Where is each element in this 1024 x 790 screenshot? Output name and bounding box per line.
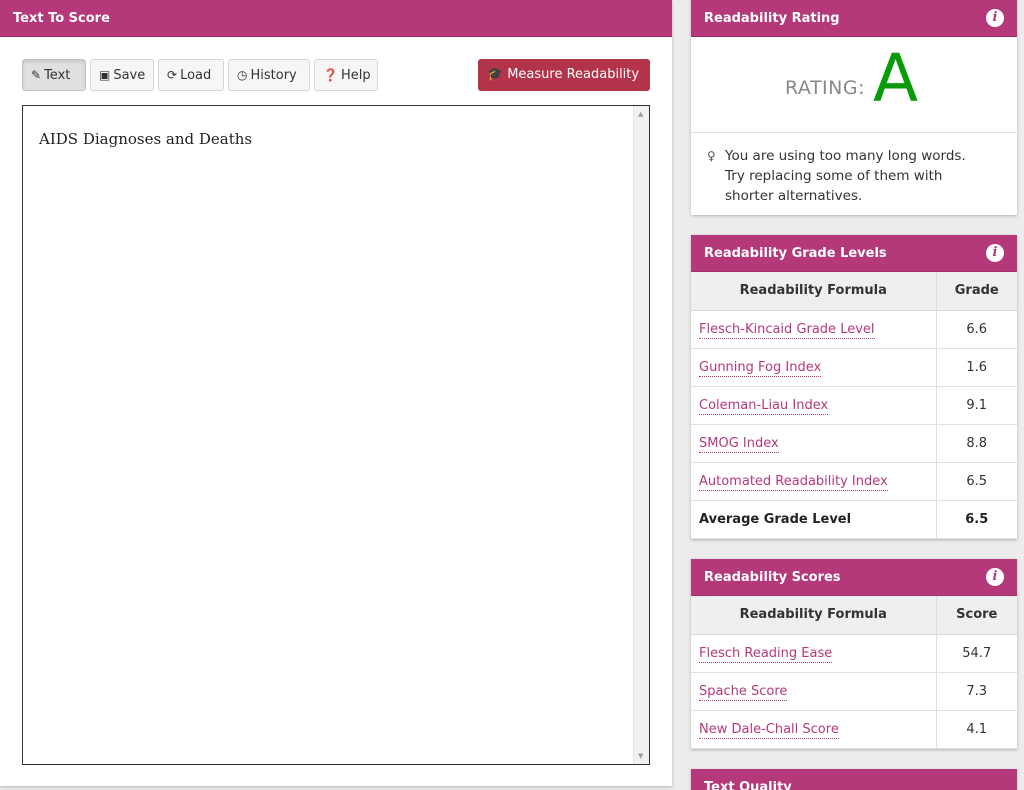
info-icon[interactable]: i: [986, 9, 1004, 27]
grade-value: 8.8: [935, 424, 1017, 463]
column-header-score: Score: [935, 596, 1017, 635]
panel-header: Readability Rating i: [691, 0, 1017, 37]
grade-value: 6.5: [935, 462, 1017, 501]
panel-header: Readability Grade Levels i: [691, 235, 1017, 272]
table-row: Flesch Reading Ease 54.7: [691, 634, 1017, 673]
formula-link[interactable]: Flesch-Kincaid Grade Level: [699, 321, 875, 339]
refresh-icon: ⟳: [167, 68, 178, 82]
column-header-grade: Grade: [935, 272, 1017, 311]
table-row: Automated Readability Index 6.5: [691, 462, 1017, 501]
question-circle-icon: ❓: [323, 68, 338, 82]
formula-link[interactable]: Automated Readability Index: [699, 473, 888, 491]
toolbar: ✎ Text ▣ Save ⟳ Load ◷ History ❓ Help 🎓 Measur…: [22, 59, 650, 91]
info-icon[interactable]: i: [986, 568, 1004, 586]
table-row: New Dale-Chall Score 4.1: [691, 710, 1017, 749]
formula-link[interactable]: Flesch Reading Ease: [699, 645, 833, 663]
panel-title: Readability Rating: [704, 11, 840, 26]
score-value: 7.3: [935, 672, 1017, 711]
average-value: 6.5: [935, 500, 1017, 539]
text-to-score-panel: Text To Score ✎ Text ▣ Save ⟳ Load ◷ History…: [0, 0, 672, 786]
scroll-down-arrow-icon[interactable]: ▼: [638, 752, 643, 760]
table-row: Gunning Fog Index 1.6: [691, 348, 1017, 387]
panel-title: Readability Grade Levels: [704, 246, 887, 261]
text-editor[interactable]: AIDS Diagnoses and Deaths ▲ ▼: [22, 105, 650, 765]
table-row: Flesch-Kincaid Grade Level 6.6: [691, 310, 1017, 349]
floppy-disk-icon: ▣: [99, 68, 111, 82]
graduation-cap-icon: 🎓: [487, 67, 504, 82]
panel-title: Readability Scores: [704, 570, 841, 585]
scores-table: Readability Formula Score Flesch Reading…: [691, 596, 1017, 749]
pencil-icon: ✎: [31, 68, 42, 82]
table-row: SMOG Index 8.8: [691, 424, 1017, 463]
column-header-formula: Readability Formula: [691, 272, 936, 311]
grade-value: 6.6: [935, 310, 1017, 349]
editor-content[interactable]: AIDS Diagnoses and Deaths: [39, 130, 252, 148]
grade-value: 9.1: [935, 386, 1017, 425]
average-label: Average Grade Level: [691, 500, 936, 539]
formula-link[interactable]: New Dale-Chall Score: [699, 721, 839, 739]
grade-value: 1.6: [935, 348, 1017, 387]
readability-grade-levels-panel: Readability Grade Levels i Readability F…: [691, 235, 1017, 539]
info-icon[interactable]: i: [986, 244, 1004, 262]
rating-tip: ♀ You are using too many long words. Try…: [707, 148, 966, 204]
panel-title: Text Quality: [704, 780, 792, 790]
column-header-formula: Readability Formula: [691, 596, 936, 635]
history-button[interactable]: ◷ History: [228, 59, 310, 91]
rating-value: A: [873, 40, 919, 117]
readability-rating-panel: Readability Rating i RATING: A ♀ You are…: [691, 0, 1017, 215]
formula-link[interactable]: Gunning Fog Index: [699, 359, 822, 377]
lightbulb-icon: ♀: [707, 149, 716, 163]
formula-link[interactable]: Spache Score: [699, 683, 788, 701]
panel-header: Text To Score: [0, 0, 672, 37]
help-button[interactable]: ❓ Help: [314, 59, 378, 91]
text-button[interactable]: ✎ Text: [22, 59, 86, 91]
editor-scrollbar[interactable]: ▲ ▼: [633, 106, 649, 764]
save-button[interactable]: ▣ Save: [90, 59, 154, 91]
formula-link[interactable]: SMOG Index: [699, 435, 779, 453]
panel-header: Text Quality: [691, 769, 1017, 790]
table-row: Coleman-Liau Index 9.1: [691, 386, 1017, 425]
table-row: Spache Score 7.3: [691, 672, 1017, 711]
panel-title: Text To Score: [13, 11, 110, 26]
clock-icon: ◷: [237, 68, 248, 82]
formula-link[interactable]: Coleman-Liau Index: [699, 397, 829, 415]
score-value: 54.7: [935, 634, 1017, 673]
scroll-up-arrow-icon[interactable]: ▲: [638, 110, 643, 118]
grades-table: Readability Formula Grade Flesch-Kincaid…: [691, 272, 1017, 539]
panel-header: Readability Scores i: [691, 559, 1017, 596]
text-quality-panel: Text Quality: [691, 769, 1017, 790]
rating-label: RATING:: [785, 77, 866, 99]
load-button[interactable]: ⟳ Load: [158, 59, 224, 91]
readability-scores-panel: Readability Scores i Readability Formula…: [691, 559, 1017, 749]
measure-readability-button[interactable]: 🎓 Measure Readability: [478, 59, 650, 91]
average-row: Average Grade Level 6.5: [691, 500, 1017, 539]
score-value: 4.1: [935, 710, 1017, 749]
